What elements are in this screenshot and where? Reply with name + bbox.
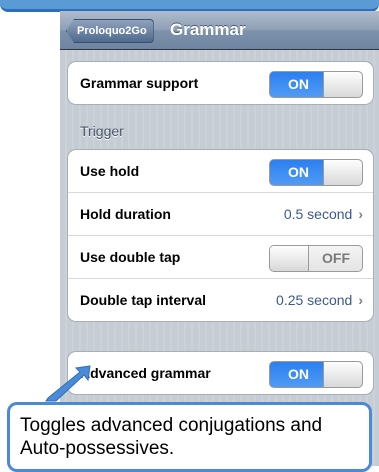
callout-text: Toggles advanced conjugations and Auto-p… (20, 415, 323, 459)
tooltip-callout: Toggles advanced conjugations and Auto-p… (7, 402, 372, 472)
callout-arrow-icon (45, 365, 91, 402)
